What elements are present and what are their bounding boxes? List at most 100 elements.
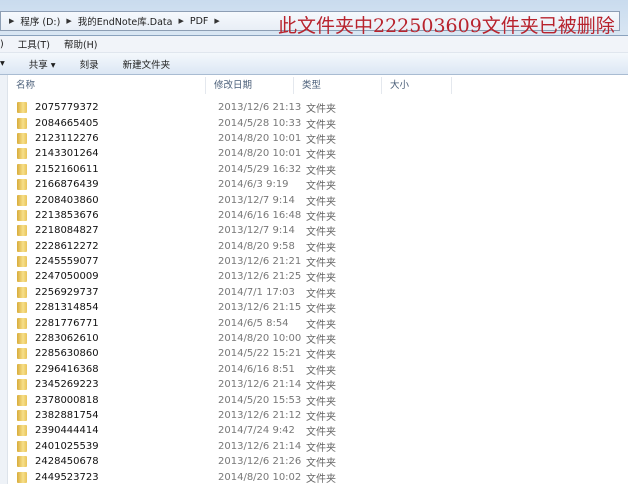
folder-icon [17, 225, 27, 237]
file-date: 2013/12/6 21:15 [218, 302, 302, 314]
file-type: 文件夹 [306, 165, 336, 177]
file-row[interactable]: 2228612272 2014/8/20 9:58 文件夹 [8, 239, 628, 254]
file-name: 2218084827 [35, 225, 99, 237]
file-row[interactable]: 2281314854 2013/12/6 21:15 文件夹 [8, 300, 628, 315]
folder-icon [17, 194, 27, 206]
column-size[interactable]: 大小 [382, 77, 452, 94]
navigation-pane[interactable] [0, 75, 8, 484]
breadcrumb-drive[interactable]: 程序 (D:) [20, 14, 60, 28]
menu-view-partial[interactable]: ) [0, 39, 4, 50]
file-date: 2013/12/6 21:12 [218, 410, 302, 421]
toolbar: ▾ 共享 ▾ 刻录 新建文件夹 [0, 53, 628, 75]
file-row[interactable]: 2401025539 2013/12/6 21:14 文件夹 [8, 439, 628, 454]
burn-button[interactable]: 刻录 [80, 57, 99, 71]
folder-icon [17, 256, 27, 268]
menu-help[interactable]: 帮助(H) [64, 37, 98, 51]
file-type: 文件夹 [306, 396, 336, 408]
file-row[interactable]: 2213853676 2014/6/16 16:48 文件夹 [8, 208, 628, 223]
file-name: 2084665405 [35, 117, 99, 129]
file-row[interactable]: 2345269223 2013/12/6 21:14 文件夹 [8, 377, 628, 392]
new-folder-button[interactable]: 新建文件夹 [123, 57, 171, 71]
file-name: 2382881754 [35, 410, 99, 421]
file-date: 2014/7/1 17:03 [218, 286, 295, 298]
column-name[interactable]: 名称 [8, 77, 206, 94]
file-date: 2014/8/20 9:58 [218, 240, 295, 252]
folder-icon [17, 394, 27, 406]
folder-icon [17, 179, 27, 191]
file-name: 2449523723 [35, 471, 99, 483]
file-row[interactable]: 2428450678 2013/12/6 21:26 文件夹 [8, 454, 628, 469]
file-type: 文件夹 [306, 104, 336, 116]
chevron-right-icon: ▶ [66, 17, 72, 25]
file-date: 2013/12/7 9:14 [218, 225, 295, 237]
folder-icon [17, 148, 27, 160]
file-row[interactable]: 2143301264 2014/8/20 10:01 文件夹 [8, 146, 628, 161]
file-name: 2152160611 [35, 163, 99, 175]
file-row[interactable]: 2256929737 2014/7/1 17:03 文件夹 [8, 285, 628, 300]
file-row[interactable]: 2378000818 2014/5/20 15:53 文件夹 [8, 392, 628, 408]
file-type: 文件夹 [306, 134, 336, 146]
folder-icon [17, 440, 27, 452]
menu-tools[interactable]: 工具(T) [18, 37, 50, 51]
file-type: 文件夹 [306, 335, 336, 347]
file-name: 2075779372 [35, 102, 99, 114]
file-name: 2228612272 [35, 240, 99, 252]
file-type: 文件夹 [306, 350, 336, 362]
breadcrumb-endnote-data[interactable]: 我的EndNote库.Data [78, 14, 173, 28]
file-type: 文件夹 [306, 258, 336, 270]
file-name: 2285630860 [35, 348, 99, 360]
file-row[interactable]: 2123112276 2014/8/20 10:01 文件夹 [8, 131, 628, 146]
file-date: 2014/8/20 10:02 [218, 471, 302, 483]
file-name: 2143301264 [35, 148, 99, 160]
share-button[interactable]: 共享 ▾ [29, 57, 56, 71]
file-row[interactable]: 2245559077 2013/12/6 21:21 文件夹 [8, 254, 628, 269]
organize-dropdown[interactable]: ▾ [0, 58, 5, 69]
folder-icon [17, 102, 27, 114]
file-date: 2014/8/20 10:01 [218, 148, 302, 160]
file-row[interactable]: 2449523723 2014/8/20 10:02 文件夹 [8, 469, 628, 485]
file-row[interactable]: 2208403860 2013/12/7 9:14 文件夹 [8, 192, 628, 208]
file-row[interactable]: 2296416368 2014/6/16 8:51 文件夹 [8, 362, 628, 377]
column-date[interactable]: 修改日期 [206, 77, 294, 94]
file-row[interactable]: 2285630860 2014/5/22 15:21 文件夹 [8, 346, 628, 361]
file-row[interactable]: 2247050009 2013/12/6 21:25 文件夹 [8, 269, 628, 284]
file-date: 2014/5/29 16:32 [218, 163, 302, 175]
file-date: 2013/12/6 21:14 [218, 440, 302, 452]
file-date: 2013/12/7 9:14 [218, 194, 295, 206]
file-row[interactable]: 2390444414 2014/7/24 9:42 文件夹 [8, 423, 628, 438]
file-row[interactable]: 2283062610 2014/8/20 10:00 文件夹 [8, 331, 628, 346]
breadcrumb-pdf[interactable]: PDF [190, 16, 209, 27]
file-date: 2014/6/16 16:48 [218, 209, 302, 221]
column-type[interactable]: 类型 [294, 77, 382, 94]
file-type: 文件夹 [306, 412, 336, 423]
folder-icon [17, 410, 27, 421]
file-row[interactable]: 2084665405 2014/5/28 10:33 文件夹 [8, 115, 628, 131]
file-row[interactable]: 2166876439 2014/6/3 9:19 文件夹 [8, 177, 628, 192]
file-name: 2281776771 [35, 317, 99, 329]
file-type: 文件夹 [306, 458, 336, 470]
file-name: 2123112276 [35, 132, 99, 144]
folder-icon [17, 456, 27, 468]
folder-icon [17, 271, 27, 283]
file-name: 2281314854 [35, 302, 99, 314]
menu-bar: ) 工具(T) 帮助(H) [0, 36, 628, 53]
file-name: 2401025539 [35, 440, 99, 452]
file-row[interactable]: 2075779372 2013/12/6 21:13 文件夹 [8, 100, 628, 115]
file-name: 2296416368 [35, 363, 99, 375]
file-name: 2378000818 [35, 394, 99, 406]
deletion-notice: 此文件夹中222503609文件夹已被删除 [278, 15, 615, 37]
file-type: 文件夹 [306, 427, 336, 439]
file-row[interactable]: 2218084827 2013/12/7 9:14 文件夹 [8, 223, 628, 238]
file-date: 2014/6/3 9:19 [218, 179, 289, 191]
folder-icon [17, 117, 27, 129]
file-date: 2013/12/6 21:21 [218, 256, 302, 268]
folder-icon [17, 317, 27, 329]
file-name: 2428450678 [35, 456, 99, 468]
file-row[interactable]: 2152160611 2014/5/29 16:32 文件夹 [8, 162, 628, 177]
file-name: 2245559077 [35, 256, 99, 268]
column-header: 名称 修改日期 类型 大小 [8, 77, 628, 94]
file-row[interactable]: 2281776771 2014/6/5 8:54 文件夹 [8, 315, 628, 331]
file-row[interactable]: 2382881754 2013/12/6 21:12 文件夹 [8, 408, 628, 423]
file-type: 文件夹 [306, 196, 336, 208]
file-date: 2013/12/6 21:14 [218, 379, 302, 391]
